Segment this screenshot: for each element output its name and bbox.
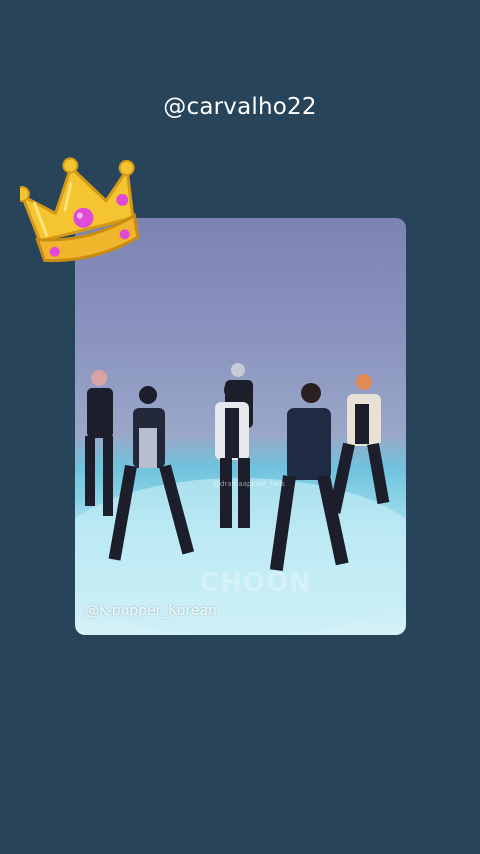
- small-watermark: @dramaappest_fans: [213, 480, 285, 488]
- username-label: @carvalho22: [163, 94, 317, 120]
- video-frame[interactable]: @dramaappest_fans CHOON @K-popper_Korean: [75, 218, 406, 635]
- video-watermark: @K-popper_Korean: [85, 603, 217, 619]
- crown-icon[interactable]: [13, 152, 145, 267]
- floor-logo: CHOON: [200, 568, 312, 598]
- story-screen: @carvalho22 @dramaappest_fans CHOON @K-p…: [0, 0, 480, 854]
